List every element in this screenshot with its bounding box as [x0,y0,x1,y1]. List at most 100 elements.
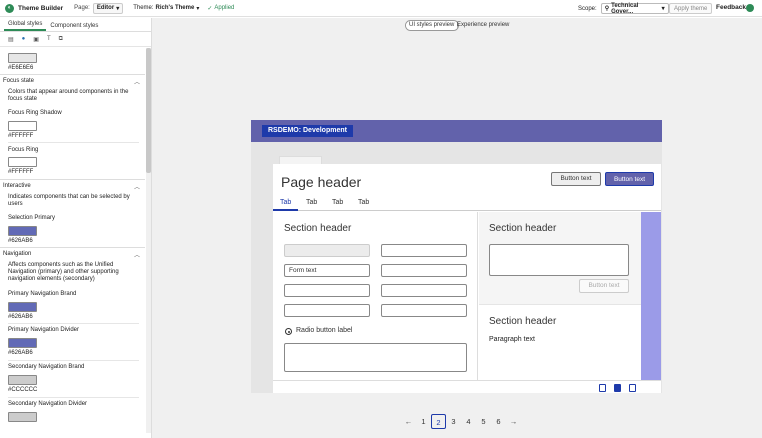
text-input[interactable] [381,264,467,277]
primary-nav-divider-label: Primary Navigation Divider [8,327,80,333]
text-input[interactable] [284,304,370,317]
preview-footer [273,380,661,393]
layout-icon[interactable]: ▤ [8,36,14,43]
typography-icon[interactable]: T [47,36,51,42]
help-icon[interactable] [746,4,754,12]
theme-value: Rich's Theme [155,5,195,11]
document-filled-icon[interactable] [614,384,621,392]
check-icon: ✓ [207,5,213,12]
primary-nav-brand-swatch[interactable] [8,302,37,312]
page-3[interactable]: 3 [446,414,461,429]
divider [0,74,145,75]
textarea[interactable] [284,343,467,372]
section-header: Section header [489,223,557,234]
divider [8,360,139,361]
primary-button[interactable]: Button text [605,172,654,186]
chevron-up-icon[interactable]: ︿ [134,182,140,191]
tab-4[interactable]: Tab [358,199,369,206]
chevron-down-icon: ▾ [116,5,120,12]
focus-ring-shadow-label: Focus Ring Shadow [8,110,62,116]
prev-page-arrow-icon[interactable]: ← [401,414,416,429]
theme-select[interactable]: Theme: Rich's Theme ▾ [133,5,199,12]
section-header: Section header [489,316,557,327]
paragraph-text: Paragraph text [489,336,535,343]
theme-label: Theme: [133,5,154,11]
page-4[interactable]: 4 [461,414,476,429]
scope-select[interactable]: ⚲ Technical Gover... ▾ [600,2,669,15]
divider [8,142,139,143]
chevron-up-icon[interactable]: ︿ [134,250,140,259]
scope-group: Scope: ⚲ Technical Gover... ▾ [578,2,669,15]
document-icon[interactable] [629,384,636,392]
focus-ring-shadow-swatch[interactable] [8,121,37,131]
page-1[interactable]: 1 [416,414,431,429]
selection-primary-label: Selection Primary [8,215,56,221]
tab-3[interactable]: Tab [332,199,343,206]
tab-component-styles[interactable]: Component styles [46,23,102,31]
component-icon[interactable]: ⧉ [59,36,63,43]
preview-tabs: Tab Tab Tab Tab [273,196,661,211]
browser-tab-strip [279,156,322,164]
chevron-up-icon[interactable]: ︿ [134,77,140,86]
textarea[interactable] [489,244,629,276]
secondary-nav-divider-swatch[interactable] [8,412,37,422]
next-page-arrow-icon[interactable]: → [506,414,521,429]
experience-preview-button[interactable]: Experience preview [457,22,509,28]
panel-scrollbar[interactable] [146,48,151,433]
primary-nav-divider-hex: #626AB6 [8,350,33,356]
focus-ring-shadow-hex: #FFFFFF [8,133,34,139]
banner-title: RSDEMO: Development [262,125,353,137]
scope-value: Technical Gover... [611,2,639,15]
image-icon[interactable]: ▣ [33,36,39,43]
focus-ring-hex: #FFFFFF [8,169,34,175]
text-input[interactable] [284,284,370,297]
selection-primary-hex: #626AB6 [8,238,33,244]
scrollbar-thumb[interactable] [146,48,151,173]
outline-button[interactable]: Button text [551,172,601,186]
tab-1[interactable]: Tab [280,199,291,206]
applied-status: ✓ Applied [207,5,234,12]
left-column: Section header Form text Radio button la… [273,212,478,380]
focus-state-description: Colors that appear around components in … [8,89,129,102]
ui-styles-preview-button[interactable]: UI styles preview [406,21,459,30]
disabled-input [284,244,370,257]
navigation-description: Affects components such as the Unified N… [8,262,119,282]
page-6[interactable]: 6 [491,414,506,429]
divider [0,179,145,180]
app-logo-icon: ◐ [5,3,14,13]
apply-theme-button[interactable]: Apply theme [669,3,713,14]
scope-label: Scope: [578,5,597,12]
right-column: Section header Button text Section heade… [479,212,641,380]
radio-button[interactable] [285,328,292,335]
text-input[interactable] [381,244,467,257]
page-select[interactable]: Editor ▾ [92,2,124,14]
section-focus-state[interactable]: Focus state [3,78,34,84]
palette-icon[interactable]: ● [22,36,26,42]
color-swatch[interactable] [8,53,37,63]
primary-nav-brand-hex: #626AB6 [8,314,33,320]
section-interactive[interactable]: Interactive [3,183,31,189]
selection-primary-swatch[interactable] [8,226,37,236]
tab-2[interactable]: Tab [306,199,317,206]
applied-label: Applied [214,5,235,11]
secondary-nav-brand-hex: #CCCCCC [8,387,38,393]
focus-ring-swatch[interactable] [8,157,37,167]
section-navigation[interactable]: Navigation [3,251,31,257]
tab-global-styles[interactable]: Global styles [4,21,47,31]
primary-nav-divider-swatch[interactable] [8,338,37,348]
document-icon[interactable] [599,384,606,392]
preview-area: UI styles preview Experience preview RSD… [152,18,762,438]
interactive-description: Indicates components that can be selecte… [8,194,130,207]
page-2[interactable]: 2 [431,414,446,429]
style-tabs: Global styles Component styles [0,18,151,32]
text-input[interactable] [381,284,467,297]
feedback-link[interactable]: Feedback [716,4,746,11]
preview-banner: RSDEMO: Development [251,120,662,142]
form-text-input[interactable]: Form text [284,264,370,277]
styles-panel: Global styles Component styles ▤ ● ▣ T ⧉… [0,18,152,438]
preview-toggle: UI styles preview [405,20,460,31]
chevron-down-icon: ▾ [661,6,665,12]
secondary-nav-brand-swatch[interactable] [8,375,37,385]
text-input[interactable] [381,304,467,317]
page-5[interactable]: 5 [476,414,491,429]
